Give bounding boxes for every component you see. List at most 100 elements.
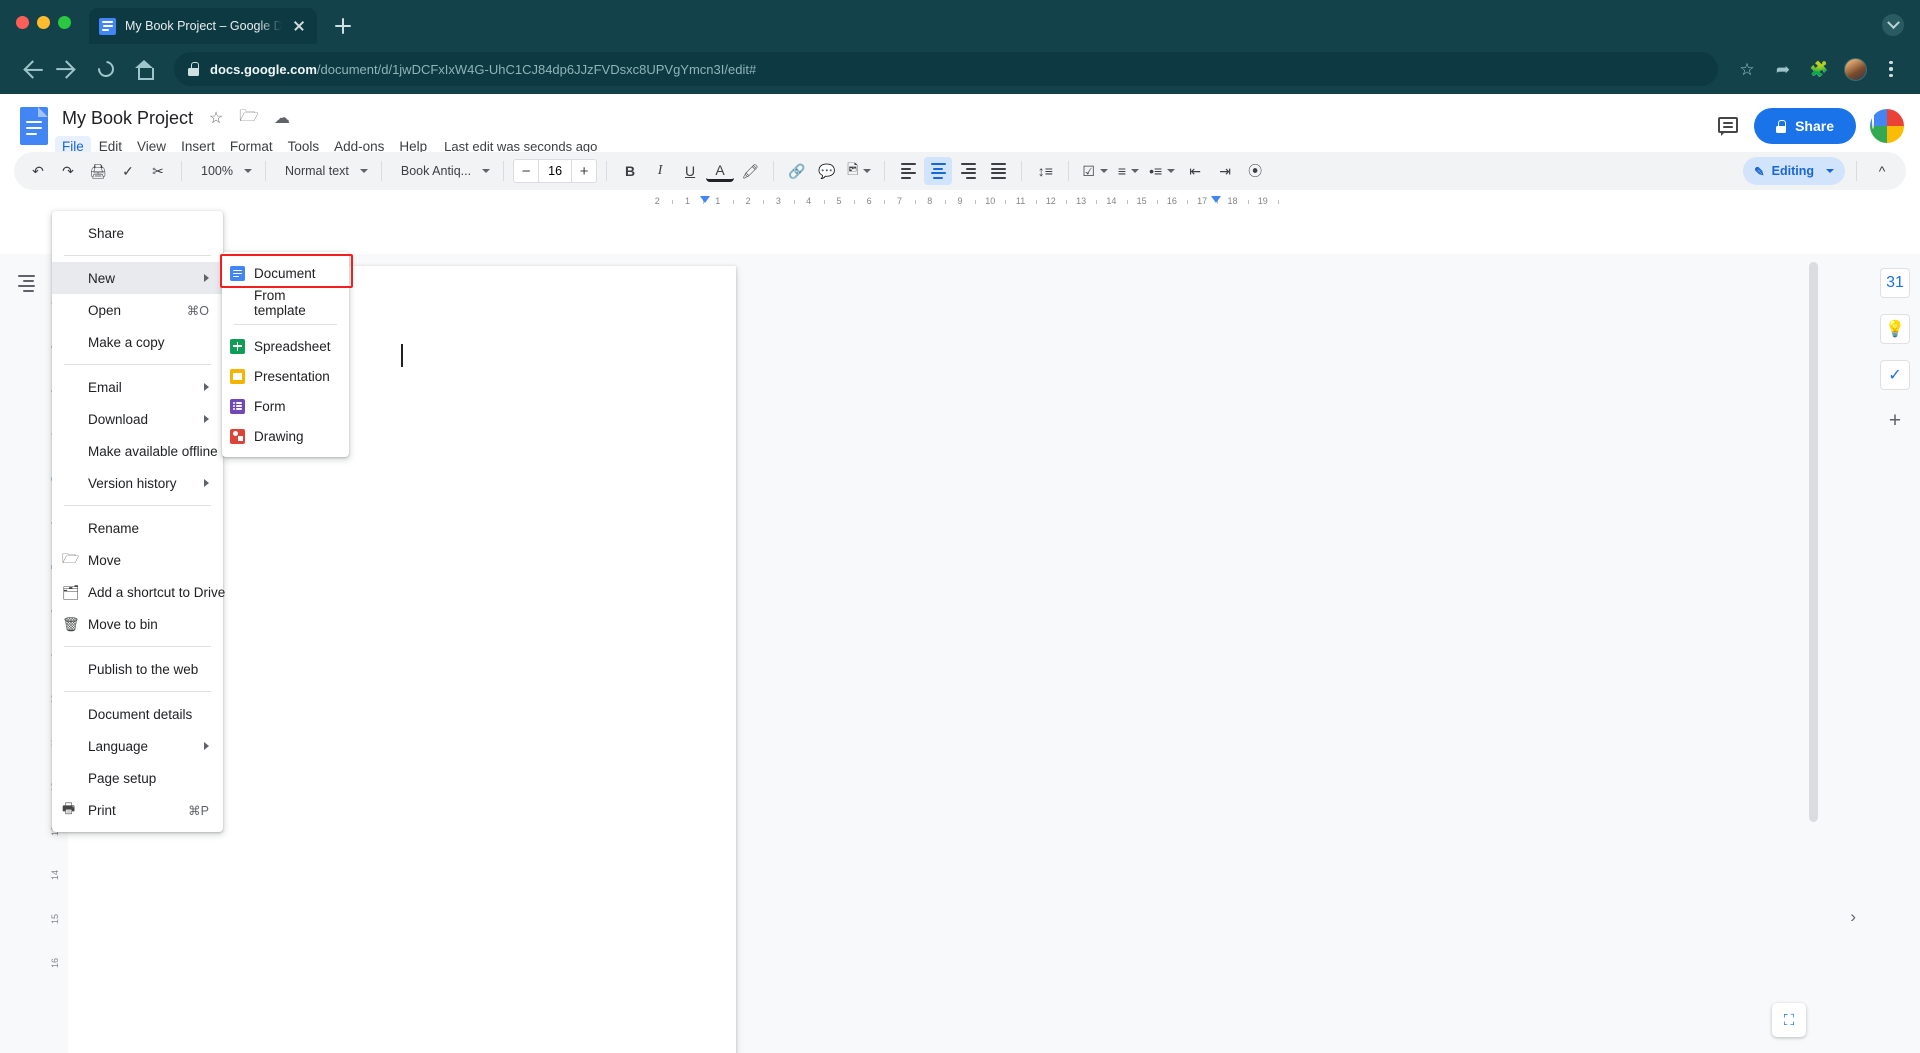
new-submenu-item-label: Form <box>254 398 286 414</box>
new-submenu-item-spreadsheet[interactable]: Spreadsheet <box>222 331 349 361</box>
new-submenu-item-form[interactable]: Form <box>222 391 349 421</box>
explore-button[interactable]: ⛶ <box>1772 1003 1806 1037</box>
line-spacing-icon[interactable]: ↕≡ <box>1031 157 1059 185</box>
chevron-down-icon[interactable] <box>1882 14 1904 36</box>
underline-button[interactable]: U <box>676 157 704 185</box>
file-menu-item-move-to-bin[interactable]: 🗑 Move to bin <box>52 608 223 640</box>
maximize-window-button[interactable] <box>58 15 71 29</box>
scrollbar-thumb[interactable] <box>1809 262 1818 822</box>
google-tasks-icon[interactable]: ✓ <box>1880 360 1910 390</box>
new-submenu-item-drawing[interactable]: Drawing <box>222 421 349 451</box>
insert-link-icon[interactable]: 🔗 <box>783 157 811 185</box>
file-menu-item-rename[interactable]: Rename <box>52 512 223 544</box>
file-menu-item-page-setup[interactable]: Page setup <box>52 762 223 794</box>
zoom-value: 100% <box>201 164 233 178</box>
file-menu-item-print[interactable]: 🖶 Print ⌘P <box>52 794 223 826</box>
expand-panel-button[interactable]: › <box>1850 907 1856 927</box>
print-button[interactable]: 🖨 <box>84 157 112 185</box>
right-indent-marker[interactable] <box>1211 196 1221 203</box>
reload-button[interactable] <box>90 53 122 85</box>
checklist-button[interactable]: ☑ <box>1078 157 1112 185</box>
share-omnibox-button[interactable]: ➦ <box>1768 54 1798 84</box>
new-submenu-item-from-template[interactable]: From template <box>222 288 349 318</box>
new-tab-button[interactable] <box>329 12 357 40</box>
align-right-button[interactable] <box>954 157 982 185</box>
new-submenu-item-document[interactable]: Document <box>222 258 349 288</box>
minimize-window-button[interactable] <box>37 15 50 29</box>
redo-button[interactable]: ↷ <box>54 157 82 185</box>
clear-formatting-icon[interactable]: ⦿ <box>1241 157 1269 185</box>
file-menu-item-make-available-offline[interactable]: Make available offline <box>52 435 223 467</box>
file-menu-item-share[interactable]: Share <box>52 217 223 249</box>
bold-button[interactable]: B <box>616 157 644 185</box>
share-button[interactable]: Share <box>1754 108 1856 144</box>
left-indent-marker[interactable] <box>700 196 710 203</box>
file-menu-dropdown[interactable]: Share New Open ⌘O Make a copy Email Download Ma… <box>52 211 225 832</box>
cloud-saved-icon[interactable]: ☁ <box>272 108 292 128</box>
align-center-button[interactable] <box>924 157 953 185</box>
file-menu-item-email[interactable]: Email <box>52 371 223 403</box>
paint-format-button[interactable]: ✂ <box>144 157 172 185</box>
google-docs-logo[interactable] <box>16 104 52 150</box>
google-keep-icon[interactable]: 💡 <box>1880 314 1910 344</box>
spellcheck-button[interactable]: ✓ <box>114 157 142 185</box>
url-bar[interactable]: docs.google.com/document/d/1jwDCFxIxW4G-… <box>174 52 1718 86</box>
comment-history-icon[interactable] <box>1716 114 1740 138</box>
decrease-indent-button[interactable]: ⇤ <box>1181 157 1209 185</box>
chrome-menu-button[interactable] <box>1876 54 1906 84</box>
file-menu-item-add-a-shortcut-to-drive[interactable]: 🗂 Add a shortcut to Drive <box>52 576 225 608</box>
bulleted-list-button[interactable]: •≡ <box>1145 157 1179 185</box>
google-docs-favicon <box>99 17 116 35</box>
collapse-toolbar-button[interactable]: ^ <box>1868 157 1896 185</box>
file-menu-item-make-a-copy[interactable]: Make a copy <box>52 326 223 358</box>
star-icon[interactable]: ☆ <box>206 108 226 128</box>
scrollbar[interactable] <box>1809 262 1818 952</box>
file-menu-item-publish-to-the-web[interactable]: Publish to the web <box>52 653 223 685</box>
file-menu-item-move[interactable]: 🗁 Move <box>52 544 223 576</box>
font-size-stepper[interactable]: − 16 + <box>513 159 598 183</box>
file-menu-item-version-history[interactable]: Version history <box>52 467 223 499</box>
numbered-list-button[interactable]: ≡ <box>1114 157 1143 185</box>
editing-mode-dropdown[interactable]: ✎ Editing <box>1743 157 1845 185</box>
highlight-color-icon[interactable]: 🖍 <box>736 157 764 185</box>
bookmark-button[interactable]: ☆ <box>1732 54 1762 84</box>
italic-button[interactable]: I <box>646 157 674 185</box>
ruler-tick <box>1035 200 1037 204</box>
add-on-plus-icon[interactable]: + <box>1880 406 1910 436</box>
document-title[interactable]: My Book Project <box>62 108 193 129</box>
text-color-button[interactable]: A <box>706 160 735 182</box>
paragraph-style-dropdown[interactable]: Normal text <box>275 157 372 185</box>
increase-font-size-button[interactable]: + <box>572 163 596 180</box>
insert-image-icon[interactable]: 🖻 <box>843 157 875 185</box>
align-justify-button[interactable] <box>984 157 1012 185</box>
new-submenu-item-presentation[interactable]: Presentation <box>222 361 349 391</box>
close-window-button[interactable] <box>16 15 29 29</box>
font-size-value[interactable]: 16 <box>538 160 573 182</box>
font-dropdown[interactable]: Book Antiq... <box>391 157 494 185</box>
editing-mode-label: Editing <box>1771 164 1814 178</box>
profile-button[interactable] <box>1840 54 1870 84</box>
align-left-button[interactable] <box>894 157 922 185</box>
show-outline-button[interactable] <box>9 266 43 300</box>
file-menu-item-language[interactable]: Language <box>52 730 223 762</box>
file-menu-item-download[interactable]: Download <box>52 403 223 435</box>
horizontal-ruler[interactable]: 2 1 1 2 3 4 5 6 7 8 9 10 11 12 13 14 15 16 17 18 19 <box>0 194 1920 210</box>
decrease-font-size-button[interactable]: − <box>514 163 538 180</box>
zoom-control[interactable]: 100% <box>191 157 256 185</box>
back-button[interactable] <box>14 53 46 85</box>
forward-button[interactable] <box>52 53 84 85</box>
undo-button[interactable]: ↶ <box>24 157 52 185</box>
browser-tab[interactable]: My Book Project – Google Docs <box>89 8 317 44</box>
extensions-button[interactable]: 🧩 <box>1804 54 1834 84</box>
file-menu-item-open[interactable]: Open ⌘O <box>52 294 223 326</box>
close-icon[interactable] <box>291 18 307 34</box>
file-menu-item-new[interactable]: New <box>52 262 223 294</box>
file-menu-item-document-details[interactable]: Document details <box>52 698 223 730</box>
avatar[interactable] <box>1870 109 1904 143</box>
new-submenu-dropdown[interactable]: Document From template Spreadsheet Presenta… <box>222 252 349 457</box>
google-calendar-icon[interactable]: 31 <box>1880 268 1910 298</box>
add-comment-icon[interactable]: 💬 <box>813 157 841 185</box>
move-to-folder-icon[interactable]: 🗁 <box>239 108 259 128</box>
increase-indent-button[interactable]: ⇥ <box>1211 157 1239 185</box>
home-button[interactable] <box>128 53 160 85</box>
